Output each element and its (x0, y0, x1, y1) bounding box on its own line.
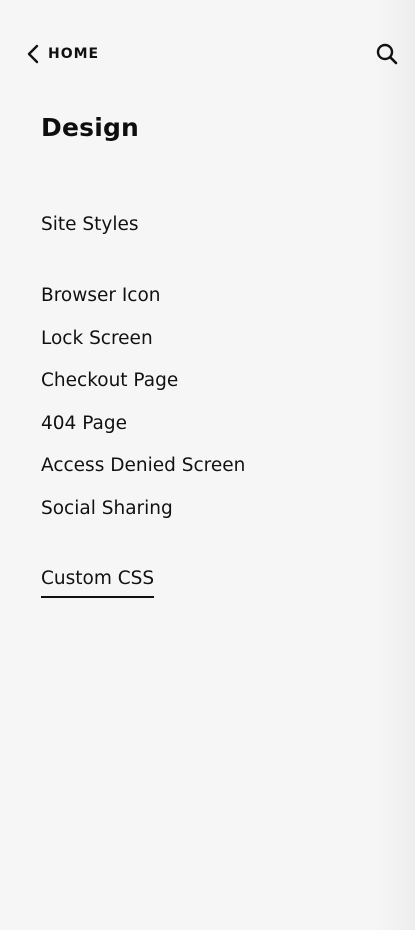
search-button[interactable] (375, 42, 399, 66)
menu-item-access-denied-screen[interactable]: Access Denied Screen (41, 454, 245, 478)
chevron-left-icon (27, 44, 39, 64)
menu-item-checkout-page[interactable]: Checkout Page (41, 369, 178, 393)
back-home-link[interactable]: HOME (26, 40, 99, 68)
panel-edge-shade (375, 0, 415, 930)
menu-item-lock-screen[interactable]: Lock Screen (41, 327, 153, 351)
menu-item-browser-icon[interactable]: Browser Icon (41, 284, 161, 308)
top-bar: HOME (26, 40, 399, 68)
menu-item-404-page[interactable]: 404 Page (41, 412, 127, 436)
search-icon (376, 43, 398, 65)
menu-item-custom-css[interactable]: Custom CSS (41, 567, 155, 598)
back-home-label: HOME (48, 46, 100, 62)
menu-item-site-styles[interactable]: Site Styles (41, 213, 139, 237)
page-title: Design (41, 113, 140, 142)
menu-item-social-sharing[interactable]: Social Sharing (41, 497, 173, 521)
